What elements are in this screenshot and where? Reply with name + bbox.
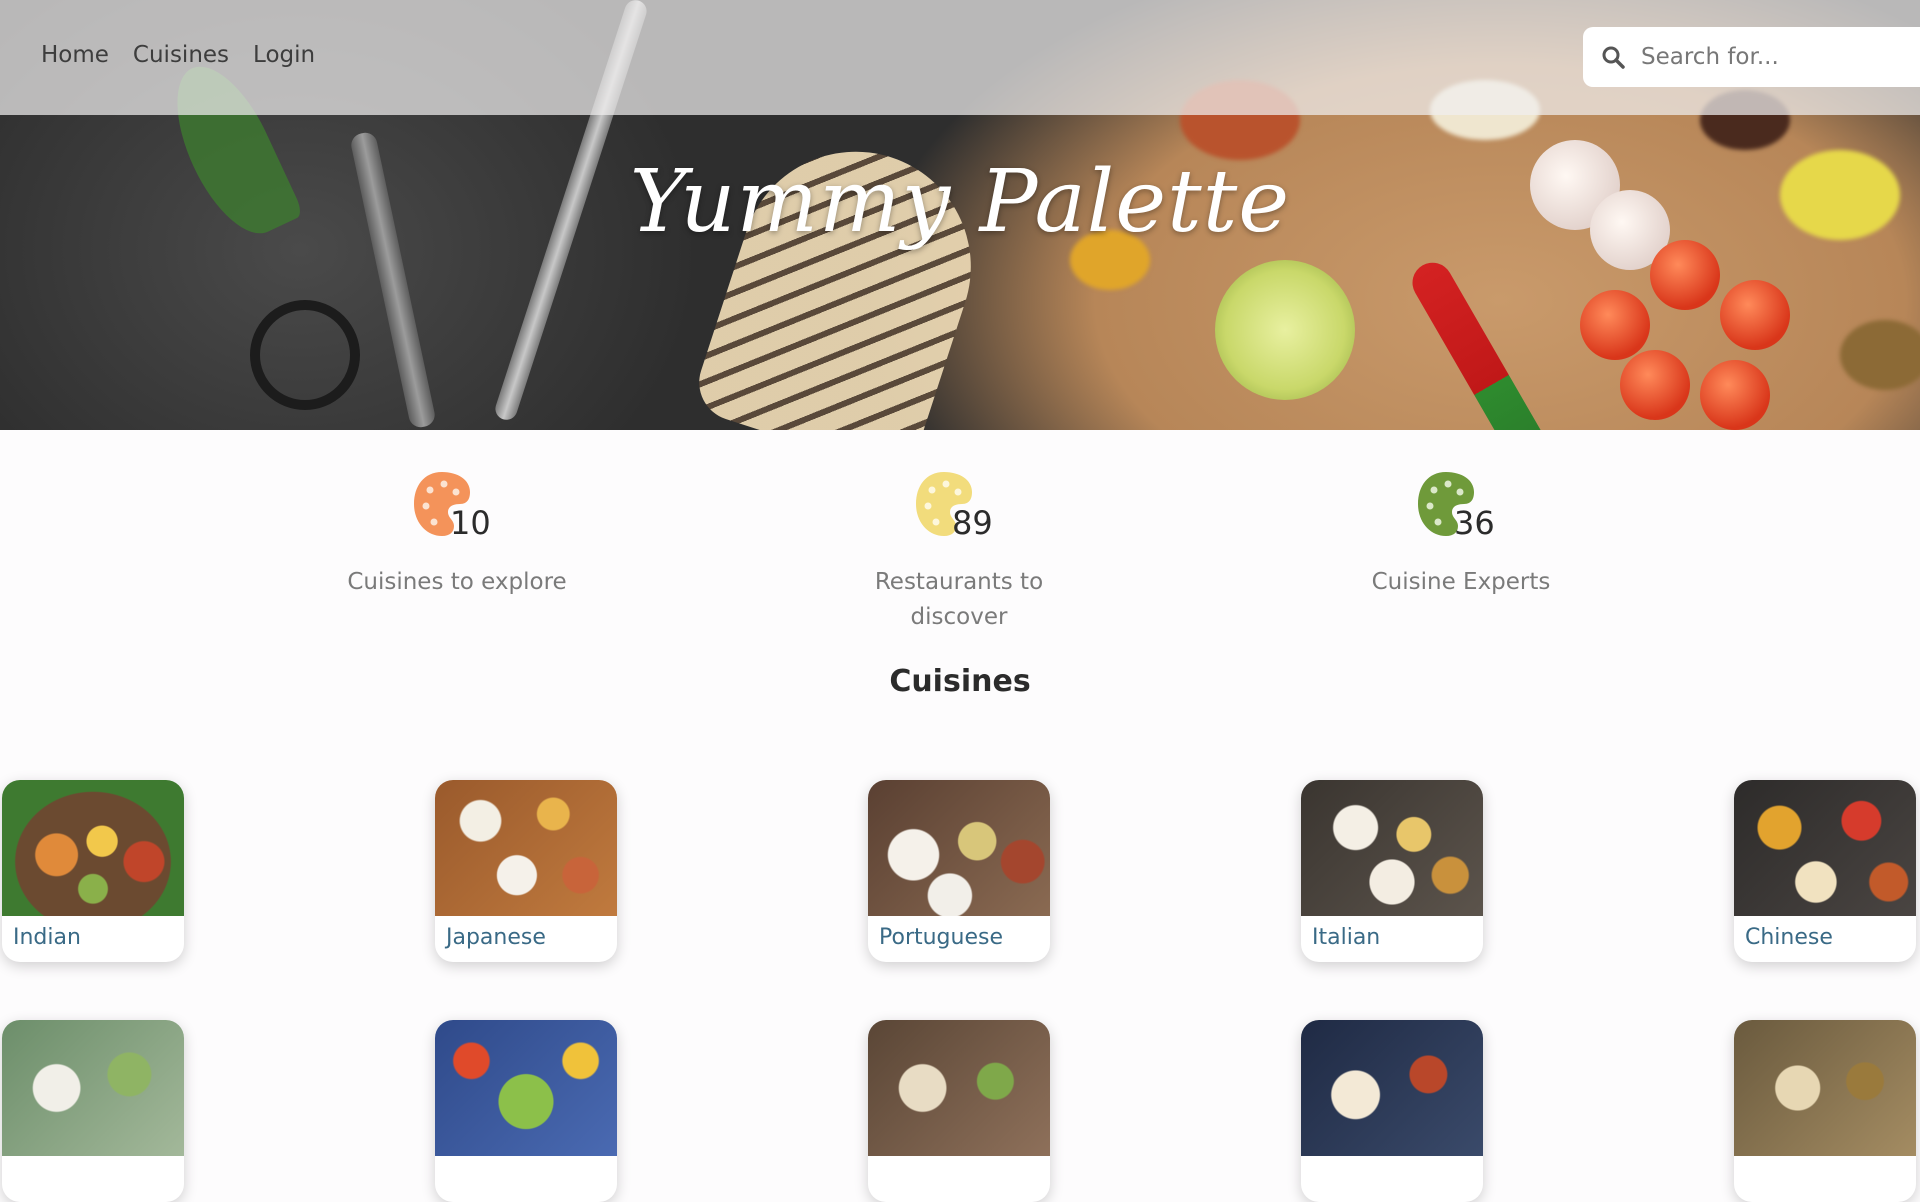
- stat-label: Restaurants to discover: [874, 569, 1044, 630]
- site-title: Yummy Palette: [629, 152, 1291, 252]
- cuisine-image: [2, 780, 184, 916]
- stat-label: Cuisines to explore: [347, 569, 567, 595]
- nav-links: Home Cuisines Login: [41, 42, 315, 68]
- cuisine-card-label: Indian: [13, 925, 81, 950]
- stat-number: 10: [450, 504, 491, 542]
- cuisine-image: [1734, 780, 1916, 916]
- cuisine-card[interactable]: [435, 1020, 617, 1202]
- nav-home-link[interactable]: Home: [41, 42, 109, 68]
- cuisine-card-portuguese[interactable]: Portuguese: [868, 780, 1050, 962]
- cuisine-image: [1301, 1020, 1483, 1156]
- tomato-decoration: [1620, 350, 1690, 420]
- stat-icon-wrap: 10: [412, 470, 502, 545]
- cuisine-card[interactable]: [2, 1020, 184, 1202]
- cuisines-section-title: Cuisines: [889, 664, 1031, 699]
- cuisine-card-indian[interactable]: Indian: [2, 780, 184, 962]
- cuisine-image: [868, 780, 1050, 916]
- cuisine-card[interactable]: [1301, 1020, 1483, 1202]
- cuisine-card-japanese[interactable]: Japanese: [435, 780, 617, 962]
- cuisine-card-italian[interactable]: Italian: [1301, 780, 1483, 962]
- cuisine-card[interactable]: [1734, 1020, 1916, 1202]
- cuisine-card[interactable]: [868, 1020, 1050, 1202]
- cuisine-image: [435, 780, 617, 916]
- scissors-decoration: [250, 300, 360, 410]
- tomato-decoration: [1720, 280, 1790, 350]
- top-navbar: Home Cuisines Login: [0, 0, 1920, 115]
- stat-experts: 36 Cuisine Experts: [1351, 470, 1571, 600]
- cuisine-card-label: Chinese: [1745, 925, 1833, 950]
- cuisine-image: [435, 1020, 617, 1156]
- nav-login-link[interactable]: Login: [253, 42, 315, 68]
- cuisine-card-label: Portuguese: [879, 925, 1003, 950]
- cuisine-card-chinese[interactable]: Chinese: [1734, 780, 1916, 962]
- spice-pile-decoration: [1840, 320, 1920, 390]
- stat-number: 89: [952, 504, 993, 542]
- nav-cuisines-link[interactable]: Cuisines: [133, 42, 229, 68]
- stat-number: 36: [1454, 504, 1495, 542]
- stat-icon-wrap: 36: [1416, 470, 1506, 545]
- cuisine-image: [1734, 1020, 1916, 1156]
- search-input[interactable]: [1639, 43, 1919, 71]
- stat-label: Cuisine Experts: [1371, 569, 1551, 595]
- cuisine-card-label: Italian: [1312, 925, 1381, 950]
- stat-restaurants: 89 Restaurants to discover: [849, 470, 1069, 635]
- cuisine-card-label: Japanese: [446, 925, 546, 950]
- search-box[interactable]: [1583, 27, 1920, 87]
- tomato-decoration: [1580, 290, 1650, 360]
- tomato-decoration: [1700, 360, 1770, 430]
- cuisine-image: [868, 1020, 1050, 1156]
- cuisine-image: [1301, 780, 1483, 916]
- stat-icon-wrap: 89: [914, 470, 1004, 545]
- cuisine-image: [2, 1020, 184, 1156]
- search-icon: [1601, 45, 1625, 69]
- lime-decoration: [1215, 260, 1355, 400]
- stat-cuisines: 10 Cuisines to explore: [347, 470, 567, 600]
